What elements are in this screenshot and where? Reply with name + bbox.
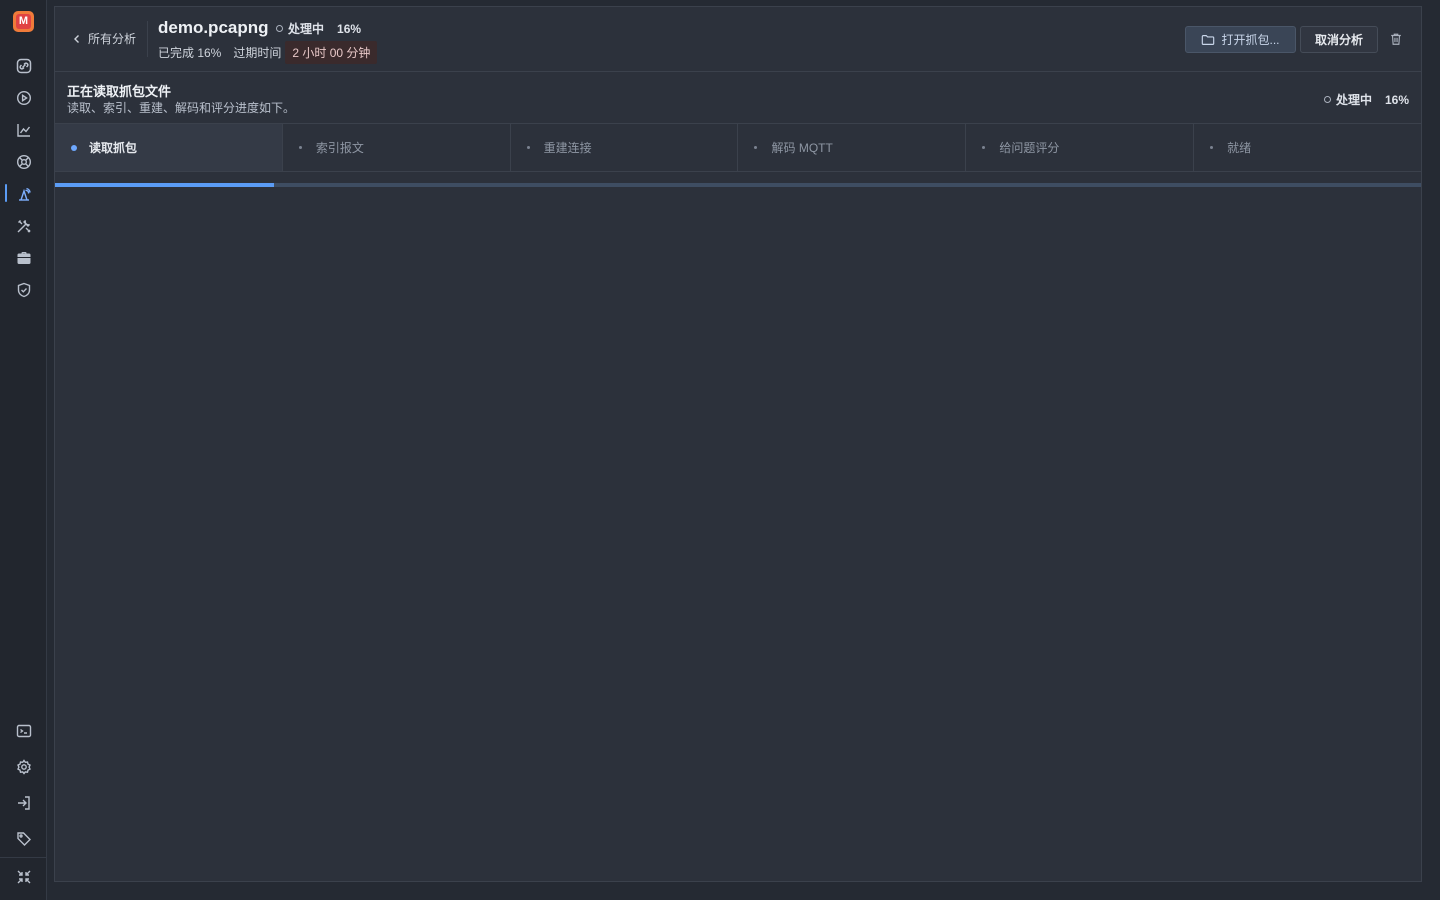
back-label: 所有分析 [88,32,137,46]
folder-icon [1202,34,1215,45]
step-label: 给问题评分 [999,141,1060,155]
play-circle-icon[interactable] [13,87,34,108]
title-status-percent: 16% [337,21,362,36]
header-divider [147,21,148,57]
sidebar: M [0,0,47,900]
progress-description: 读取、索引、重建、解码和评分进度如下。 [67,101,296,115]
step-dot-icon [298,146,302,149]
app-logo[interactable]: M [13,11,34,32]
step-label: 索引报文 [315,141,364,155]
progress-bar-fill [55,183,274,187]
title-status-label: 处理中 [288,22,325,36]
file-name-title: demo.pcapng [158,18,269,37]
chevron-left-icon [74,34,79,43]
step-dot-icon [754,146,758,149]
status-dot-icon [276,25,283,32]
step-dot-icon [982,146,986,149]
progress-status-percent: 16% [1384,92,1409,107]
progress-status: 处理中 16% [1323,91,1409,108]
collapse-icon[interactable] [13,866,34,887]
step-label: 读取抓包 [89,141,138,155]
link-icon[interactable] [13,55,34,76]
cancel-analysis-button[interactable]: 取消分析 [1300,26,1378,53]
tag-icon[interactable] [13,828,34,849]
open-capture-label: 打开抓包... [1221,33,1280,47]
logo-letter: M [16,14,31,29]
step-dot-icon [526,146,530,149]
analysis-header: 所有分析 demo.pcapng 处理中 16% 已完成 16% 过期时间 2 … [55,7,1421,72]
step-decode-mqtt[interactable]: 解码 MQTT [738,124,967,171]
completed-label: 已完成 16% [158,46,222,60]
tools-icon[interactable] [13,215,34,236]
pipeline-steps: 读取抓包 索引报文 重建连接 解码 MQTT 给问题评分 就绪 [55,123,1421,172]
step-score-issues[interactable]: 给问题评分 [966,124,1195,171]
progress-bar [55,183,1421,187]
progress-title: 正在读取抓包文件 [67,84,172,99]
active-indicator [5,184,7,202]
file-meta-row: 已完成 16% 过期时间 2 小时 00 分钟 [158,41,378,64]
expiry-value: 2 小时 00 分钟 [285,41,378,64]
back-to-all-analyses-link[interactable]: 所有分析 [72,30,136,47]
analysis-panel: 所有分析 demo.pcapng 处理中 16% 已完成 16% 过期时间 2 … [54,6,1422,882]
trash-icon[interactable] [1387,30,1405,48]
target-icon[interactable] [13,151,34,172]
step-index-packets[interactable]: 索引报文 [283,124,511,171]
step-ready[interactable]: 就绪 [1194,124,1421,171]
sidebar-divider [0,857,46,858]
expiry-label: 过期时间 [233,46,282,60]
terminal-icon[interactable] [13,720,34,741]
step-label: 重建连接 [543,141,592,155]
status-dot-icon [1323,96,1331,103]
step-dot-icon [71,144,77,151]
capture-icon[interactable] [13,183,34,204]
open-capture-button[interactable]: 打开抓包... [1185,26,1296,53]
step-dot-icon [1210,146,1214,149]
chart-icon[interactable] [13,119,34,140]
step-read-capture[interactable]: 读取抓包 [55,124,283,171]
step-label: 解码 MQTT [771,141,833,155]
step-rebuild-connections[interactable]: 重建连接 [511,124,739,171]
step-label: 就绪 [1227,141,1252,155]
progress-status-label: 处理中 [1335,93,1372,107]
gear-icon[interactable] [13,756,34,777]
briefcase-icon[interactable] [13,247,34,268]
login-icon[interactable] [13,792,34,813]
shield-icon[interactable] [13,279,34,300]
title-status: 处理中 16% [276,20,361,37]
